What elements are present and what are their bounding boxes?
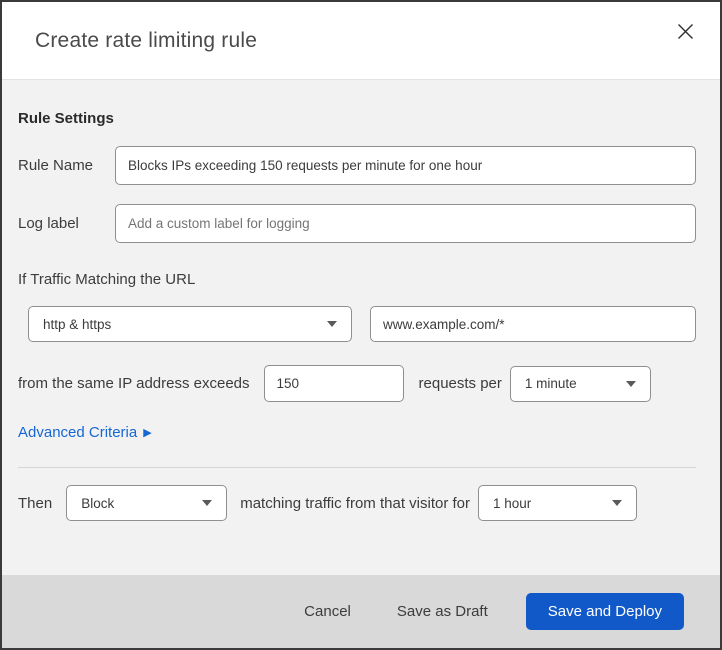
log-label-row: Log label bbox=[18, 204, 696, 243]
dialog-body: Rule Settings Rule Name Log label If Tra… bbox=[2, 80, 720, 575]
close-icon bbox=[677, 23, 694, 40]
cancel-button[interactable]: Cancel bbox=[296, 597, 359, 626]
scheme-select-value: http & https bbox=[43, 316, 112, 332]
log-label-label: Log label bbox=[18, 215, 79, 232]
chevron-down-icon bbox=[625, 380, 636, 387]
then-text: Then bbox=[18, 494, 53, 512]
save-and-deploy-button[interactable]: Save and Deploy bbox=[525, 593, 684, 630]
dialog-title: Create rate limiting rule bbox=[35, 28, 258, 52]
duration-select-value: 1 hour bbox=[493, 495, 532, 511]
action-select[interactable]: Block bbox=[66, 485, 228, 521]
scheme-select[interactable]: http & https bbox=[28, 306, 352, 342]
threshold-row: from the same IP address exceeds request… bbox=[18, 365, 696, 402]
duration-select[interactable]: 1 hour bbox=[478, 485, 638, 521]
dialog-footer: Cancel Save as Draft Save and Deploy bbox=[2, 575, 720, 648]
section-divider bbox=[18, 467, 696, 468]
save-as-draft-button[interactable]: Save as Draft bbox=[389, 597, 496, 626]
close-button[interactable] bbox=[670, 16, 700, 46]
chevron-down-icon bbox=[612, 500, 623, 506]
action-row: Then Block matching traffic from that vi… bbox=[18, 485, 696, 521]
period-select[interactable]: 1 minute bbox=[509, 365, 651, 402]
traffic-match-intro: If Traffic Matching the URL bbox=[18, 271, 196, 288]
log-label-input[interactable] bbox=[115, 204, 696, 243]
create-rate-limiting-rule-dialog: Create rate limiting rule Rule Settings … bbox=[0, 0, 722, 650]
period-select-value: 1 minute bbox=[524, 376, 577, 391]
expand-right-icon: ▶ bbox=[143, 427, 152, 439]
dialog-header: Create rate limiting rule bbox=[2, 2, 720, 80]
rule-name-row: Rule Name bbox=[18, 146, 696, 185]
chevron-down-icon bbox=[202, 500, 213, 506]
rule-name-input[interactable] bbox=[115, 146, 696, 185]
matching-traffic-text: matching traffic from that visitor for bbox=[240, 494, 471, 512]
chevron-down-icon bbox=[327, 321, 337, 327]
threshold-prefix-text: from the same IP address exceeds bbox=[18, 375, 250, 392]
requests-per-text: requests per bbox=[418, 375, 502, 392]
advanced-criteria-label: Advanced Criteria bbox=[18, 424, 138, 441]
url-pattern-input[interactable] bbox=[370, 306, 696, 342]
advanced-criteria-link[interactable]: Advanced Criteria ▶ bbox=[18, 424, 152, 441]
rule-name-label: Rule Name bbox=[18, 157, 94, 174]
action-select-value: Block bbox=[81, 495, 115, 511]
traffic-match-row: http & https bbox=[28, 306, 696, 342]
requests-count-input[interactable] bbox=[263, 365, 404, 402]
rule-settings-heading: Rule Settings bbox=[18, 110, 114, 127]
